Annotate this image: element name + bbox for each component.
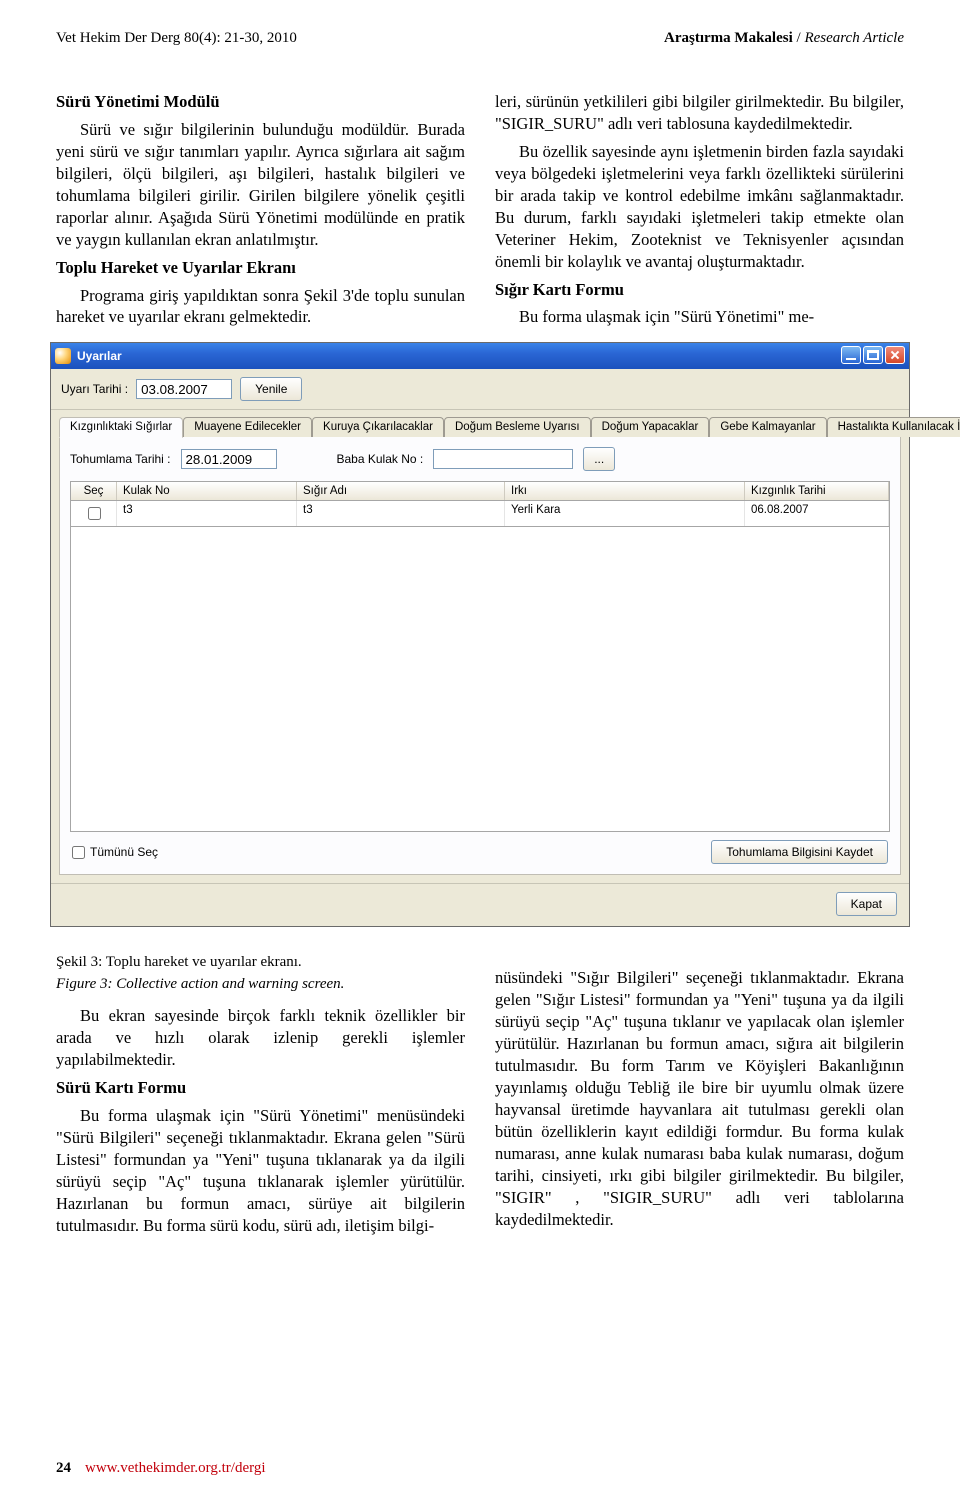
select-all-checkbox[interactable]: Tümünü Seç <box>72 845 158 859</box>
article-type: Araştırma Makalesi / Research Article <box>664 30 904 47</box>
cell-cattle-name: t3 <box>297 501 505 526</box>
section-heading: Sürü Yönetimi Modülü <box>56 91 465 113</box>
app-icon <box>55 348 71 364</box>
save-insemination-button[interactable]: Tohumlama Bilgisini Kaydet <box>711 840 888 864</box>
insemination-date-input[interactable] <box>181 449 277 469</box>
tab-strip: Kızgınlıktaki Sığırlar Muayene Edilecekl… <box>51 410 909 436</box>
tab-calving[interactable]: Doğum Yapacaklar <box>591 417 710 437</box>
select-all-input[interactable] <box>72 846 85 859</box>
row-checkbox[interactable] <box>88 507 101 520</box>
cell-breed: Yerli Kara <box>505 501 745 526</box>
refresh-button[interactable]: Yenile <box>240 377 302 401</box>
table-row[interactable]: t3 t3 Yerli Kara 06.08.2007 <box>70 501 890 527</box>
col-breed[interactable]: Irkı <box>505 482 745 500</box>
figure-caption-en: Figure 3: Collective action and warning … <box>56 975 465 995</box>
col-ear-no[interactable]: Kulak No <box>117 482 297 500</box>
minimize-button[interactable] <box>841 346 861 364</box>
body-text: nüsündeki "Sığır Bilgileri" seçeneği tık… <box>495 967 904 1230</box>
row-checkbox-cell[interactable] <box>71 501 117 526</box>
tab-panel: Tohumlama Tarihi : Baba Kulak No : ... S… <box>59 436 901 875</box>
body-text: Bu forma ulaşmak için "Sürü Yönetimi" me… <box>56 1105 465 1237</box>
tab-notpregnant[interactable]: Gebe Kalmayanlar <box>709 417 826 437</box>
tab-illness-drugs[interactable]: Hastalıkta Kullanılacak İlaçlar <box>827 417 960 437</box>
body-text: Sürü ve sığır bilgilerinin bulunduğu mod… <box>56 119 465 251</box>
grid-header: Seç Kulak No Sığır Adı Irkı Kızgınlık Ta… <box>70 481 890 501</box>
select-all-label: Tümünü Seç <box>90 845 158 859</box>
screenshot-figure: Uyarılar Uyarı Tarihi : Yenile Kızgınlık… <box>50 342 910 927</box>
app-window: Uyarılar Uyarı Tarihi : Yenile Kızgınlık… <box>50 342 910 927</box>
maximize-button[interactable] <box>863 346 883 364</box>
grid-empty-area <box>70 527 890 832</box>
body-text: Programa giriş yapıldıktan sonra Şekil 3… <box>56 285 465 329</box>
subsection-heading: Toplu Hareket ve Uyarılar Ekranı <box>56 257 465 279</box>
body-text: Bu özellik sayesinde aynı işletmenin bir… <box>495 141 904 273</box>
alert-date-input[interactable] <box>136 379 232 399</box>
tab-heat-cattle[interactable]: Kızgınlıktaki Sığırlar <box>59 417 183 438</box>
col-cattle-name[interactable]: Sığır Adı <box>297 482 505 500</box>
cell-ear-no: t3 <box>117 501 297 526</box>
body-text: Bu ekran sayesinde birçok farklı teknik … <box>56 1005 465 1071</box>
figure-caption-tr: Şekil 3: Toplu hareket ve uyarılar ekran… <box>56 953 465 973</box>
cell-heat-date: 06.08.2007 <box>745 501 889 526</box>
body-text: Bu forma ulaşmak için "Sürü Yönetimi" me… <box>495 306 904 328</box>
tab-dryoff[interactable]: Kuruya Çıkarılacaklar <box>312 417 444 437</box>
page-number: 24 <box>56 1460 71 1477</box>
alert-date-label: Uyarı Tarihi : <box>61 382 128 396</box>
tab-birth-feed[interactable]: Doğum Besleme Uyarısı <box>444 417 591 437</box>
subsection-heading: Sığır Kartı Formu <box>495 279 904 301</box>
body-text: leri, sürünün yetkilileri gibi bilgiler … <box>495 91 904 135</box>
sire-ear-label: Baba Kulak No : <box>337 452 424 466</box>
col-heat-date[interactable]: Kızgınlık Tarihi <box>745 482 889 500</box>
window-title: Uyarılar <box>77 349 122 363</box>
close-button[interactable]: Kapat <box>836 892 897 916</box>
footer-url: www.vethekimder.org.tr/dergi <box>85 1460 266 1477</box>
subsection-heading: Sürü Kartı Formu <box>56 1077 465 1099</box>
sire-ear-input[interactable] <box>433 449 573 469</box>
insemination-date-label: Tohumlama Tarihi : <box>70 452 171 466</box>
tab-examine[interactable]: Muayene Edilecekler <box>183 417 312 437</box>
close-icon[interactable] <box>885 346 905 364</box>
journal-citation: Vet Hekim Der Derg 80(4): 21-30, 2010 <box>56 30 297 47</box>
col-select[interactable]: Seç <box>71 482 117 500</box>
lookup-button[interactable]: ... <box>583 447 615 471</box>
